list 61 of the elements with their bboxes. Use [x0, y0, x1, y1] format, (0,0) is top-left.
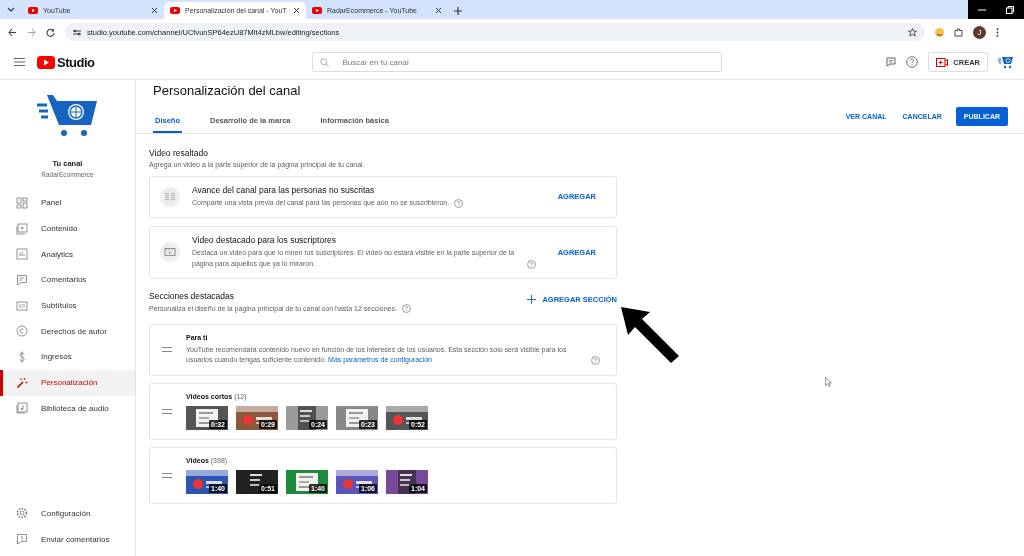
card-title: Video destacado para los suscriptores [192, 234, 337, 245]
chart-icon [16, 248, 28, 261]
youtube-icon [170, 7, 180, 14]
feedback-icon[interactable] [886, 57, 897, 67]
close-icon[interactable] [435, 7, 442, 14]
arrow-icon [620, 306, 680, 364]
music-icon [16, 402, 28, 415]
dollar-icon [16, 350, 28, 363]
star-icon[interactable] [908, 27, 917, 37]
settings-icon [16, 507, 28, 520]
film-strip-icon [164, 190, 176, 203]
sidebar-item[interactable]: Biblioteca de audio [0, 395, 135, 422]
sidebar-item[interactable]: Contenido [0, 215, 135, 242]
amazon-icon[interactable] [935, 27, 944, 37]
sidebar-item[interactable]: Analytics [0, 241, 135, 268]
drag-handle-icon[interactable] [162, 409, 172, 415]
sidebar-item[interactable]: Configuración [0, 500, 135, 527]
close-icon[interactable] [151, 7, 158, 14]
plus-icon[interactable] [454, 7, 462, 15]
video-icon [16, 222, 28, 235]
menu-icon[interactable] [14, 58, 25, 66]
reload-icon[interactable] [46, 27, 55, 37]
sidebar-item[interactable]: Personalización [0, 369, 135, 396]
chevron-down-icon[interactable] [7, 6, 15, 13]
feedback-icon [16, 533, 28, 546]
youtube-icon [312, 7, 322, 14]
copyright-icon [16, 325, 28, 338]
plus-icon [527, 294, 537, 304]
sidebar-item[interactable]: Panel [0, 190, 135, 216]
help-icon[interactable] [906, 56, 919, 68]
page-title: Personalización del canal [153, 83, 302, 100]
search-icon [320, 57, 330, 67]
puzzle-icon[interactable] [954, 27, 963, 37]
restore-icon[interactable] [1006, 5, 1014, 14]
drag-handle-icon[interactable] [162, 473, 172, 479]
play-logo-icon [37, 55, 55, 69]
search-field[interactable]: Buscar en tu canal [312, 52, 723, 72]
tune-icon [73, 28, 81, 36]
sidebar-item[interactable]: Subtítulos [0, 292, 135, 319]
back-icon[interactable] [8, 27, 17, 37]
cursor-icon [825, 377, 832, 387]
youtube-icon [28, 7, 38, 14]
sidebar-item[interactable]: Enviar comentarios [0, 526, 135, 552]
section-title: Secciones destacadas [149, 290, 236, 301]
wand-icon [16, 376, 28, 389]
drag-handle-icon[interactable] [162, 347, 172, 353]
grid-icon [16, 196, 28, 209]
sidebar-item[interactable]: Ingresos [0, 344, 135, 370]
sidebar-item[interactable]: Derechos de autor [0, 318, 135, 345]
card-title: Avance del canal para las personas no suscritas [192, 185, 376, 195]
subtitles-icon [16, 299, 28, 312]
profile-avatar[interactable]: J [973, 25, 986, 39]
studio-logo[interactable]: Studio [37, 54, 95, 70]
cart-avatar-icon[interactable] [998, 55, 1014, 69]
close-icon[interactable] [293, 7, 300, 14]
section-title: Video resaltado [149, 148, 209, 158]
sidebar-item[interactable]: Comentarios [0, 267, 135, 293]
video-add-icon [936, 57, 949, 67]
comment-icon [16, 273, 28, 286]
video-frame-icon [164, 246, 176, 259]
more-icon[interactable] [996, 27, 999, 37]
